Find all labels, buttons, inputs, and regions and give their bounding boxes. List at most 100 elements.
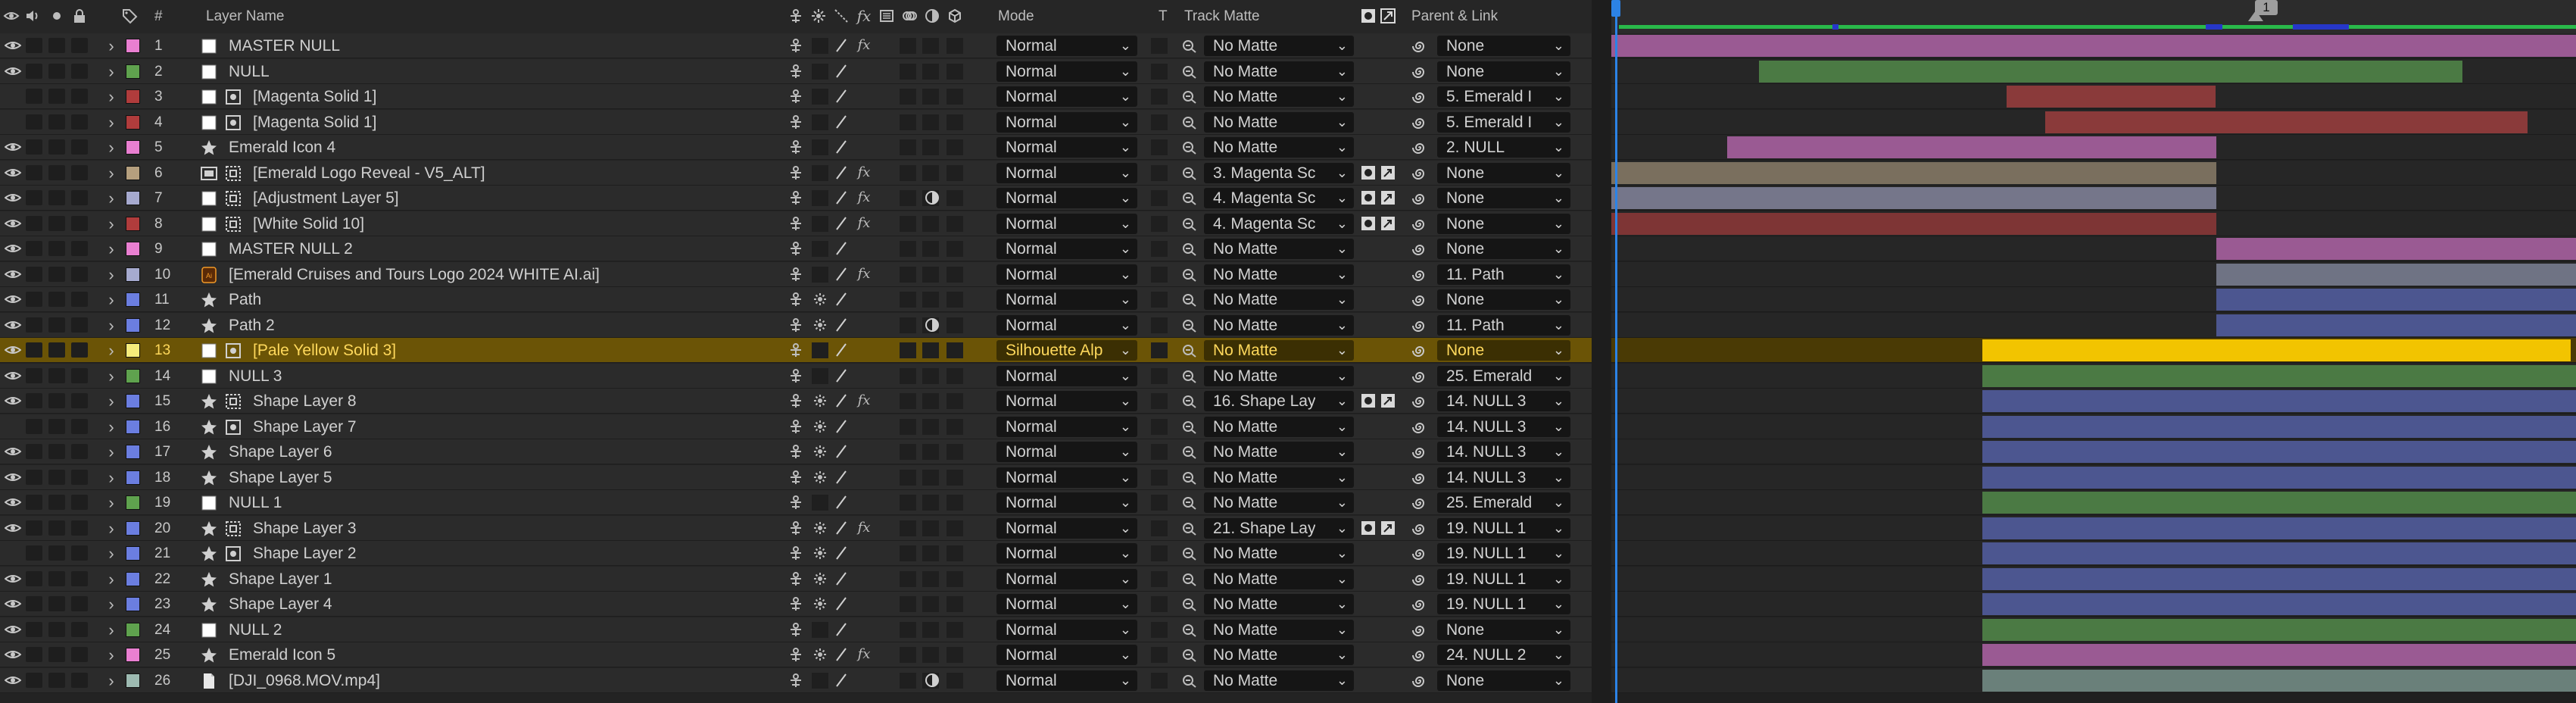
visibility-toggle[interactable] [3,110,23,135]
layer-duration-bar[interactable] [1611,162,2216,184]
quality-icon[interactable] [833,545,850,561]
track-matte-pickwhip-icon[interactable] [1181,317,1198,333]
label-color-swatch[interactable] [126,394,140,408]
track-matte-dropdown[interactable]: No Matte ⌄ [1204,467,1354,488]
expand-chevron-icon[interactable]: › [103,59,120,84]
visibility-eye-icon[interactable] [3,642,23,667]
timeline-track-row[interactable] [1611,439,2576,464]
timeline-track-row[interactable] [1611,592,2576,617]
parent-dropdown[interactable]: 25. Emerald ⌄ [1437,366,1570,386]
timeline-track-row[interactable] [1611,516,2576,541]
motion-blur-toggle[interactable] [922,495,939,511]
track-matte-pickwhip-icon[interactable] [1181,291,1198,308]
track-matte-pickwhip-icon[interactable] [1181,240,1198,257]
lock-icon[interactable] [71,8,88,24]
fx-icon[interactable]: fx [856,266,872,283]
expand-chevron-icon[interactable]: › [103,592,120,617]
preserve-transparency-toggle[interactable] [1151,241,1168,257]
frame-blend-toggle[interactable] [900,393,916,409]
frame-blend-toggle[interactable] [900,596,916,612]
layer-duration-bar[interactable] [1982,416,2576,438]
frame-blend-toggle[interactable] [900,520,916,536]
preserve-transparency-toggle[interactable] [1151,38,1168,54]
layer-row[interactable]: › 20 Shape Layer 3 fx Normal ⌄ 21. Shape Lay ⌄ 1… [0,516,1592,541]
track-matte-pickwhip-icon[interactable] [1181,443,1198,460]
expand-chevron-icon[interactable]: › [103,490,120,515]
mode-dropdown[interactable]: Normal ⌄ [996,315,1137,336]
3d-layer-toggle[interactable] [947,241,963,257]
speaker-icon[interactable] [24,8,41,24]
fx-icon[interactable]: fx [856,189,872,206]
collapse-transform-toggle[interactable] [812,165,828,181]
solo-toggle[interactable] [48,292,65,307]
lock-toggle[interactable] [71,139,88,155]
parent-pickwhip-icon[interactable] [1411,215,1429,233]
track-matte-dropdown[interactable]: 4. Magenta Sc ⌄ [1204,214,1354,234]
layer-duration-bar[interactable] [1982,644,2576,666]
collapse-icon[interactable] [810,8,827,24]
track-matte-pickwhip-icon[interactable] [1181,392,1198,409]
3d-layer-toggle[interactable] [947,596,963,612]
collapse-transform-toggle[interactable] [812,495,828,511]
timeline-track-row[interactable] [1611,364,2576,389]
timeline-track-row[interactable] [1611,490,2576,515]
layer-duration-bar[interactable] [1611,213,2216,235]
mode-dropdown[interactable]: Normal ⌄ [996,289,1137,310]
parent-pickwhip-icon[interactable] [1411,139,1429,157]
layer-name[interactable]: [Adjustment Layer 5] [253,186,798,211]
motion-blur-toggle[interactable] [922,241,939,257]
preserve-transparency-toggle[interactable] [1151,267,1168,283]
layer-name[interactable]: Shape Layer 4 [229,592,774,617]
lock-toggle[interactable] [71,64,88,79]
audio-toggle[interactable] [26,571,42,586]
frame-blend-toggle[interactable] [900,419,916,435]
layer-duration-bar[interactable] [1982,517,2576,539]
label-color-swatch[interactable] [126,470,140,485]
frame-blend-toggle[interactable] [900,64,916,80]
collapse-transform-toggle[interactable] [812,368,828,384]
solo-toggle[interactable] [48,139,65,155]
quality-icon[interactable] [833,266,850,283]
fx-icon[interactable]: fx [856,646,872,663]
matte-invert-icon[interactable] [1380,164,1396,181]
mode-dropdown[interactable]: Normal ⌄ [996,645,1137,665]
3d-layer-toggle[interactable] [947,520,963,536]
parent-dropdown[interactable]: 11. Path ⌄ [1437,315,1570,336]
shy-anchor-icon[interactable] [787,215,804,232]
expand-chevron-icon[interactable]: › [103,617,120,642]
lock-toggle[interactable] [71,368,88,383]
motion-blur-toggle[interactable] [922,622,939,638]
solo-icon[interactable] [48,8,65,24]
frame-blend-toggle[interactable] [900,190,916,206]
layer-name[interactable]: [DJI_0968.MOV.mp4] [229,668,774,693]
audio-toggle[interactable] [26,216,42,231]
audio-toggle[interactable] [26,673,42,688]
mode-dropdown[interactable]: Normal ⌄ [996,163,1137,183]
lock-toggle[interactable] [71,165,88,180]
frame-blend-toggle[interactable] [900,368,916,384]
frame-blend-toggle[interactable] [900,545,916,561]
parent-dropdown[interactable]: 11. Path ⌄ [1437,264,1570,285]
layer-name[interactable]: MASTER NULL [229,33,774,58]
layer-duration-bar[interactable] [2007,86,2216,108]
parent-pickwhip-icon[interactable] [1411,291,1429,309]
parent-dropdown[interactable]: 14. NULL 3 ⌄ [1437,442,1570,462]
parent-dropdown[interactable]: None ⌄ [1437,239,1570,259]
shy-anchor-icon[interactable] [787,342,804,358]
track-matte-dropdown[interactable]: No Matte ⌄ [1204,492,1354,513]
parent-dropdown[interactable]: None ⌄ [1437,36,1570,56]
parent-dropdown[interactable]: 24. NULL 2 ⌄ [1437,645,1570,665]
timeline-track-row[interactable] [1611,541,2576,566]
header-t[interactable]: T [1159,0,1168,33]
motion-blur-toggle[interactable] [922,647,939,663]
visibility-eye-icon[interactable] [3,287,23,312]
quality-icon[interactable] [833,164,850,181]
expand-chevron-icon[interactable]: › [103,414,120,439]
expand-chevron-icon[interactable]: › [103,541,120,566]
parent-pickwhip-icon[interactable] [1411,367,1429,386]
lock-toggle[interactable] [71,393,88,408]
layer-row[interactable]: › 13 [Pale Yellow Solid 3] Silhouette Alp ⌄ N… [0,338,1592,363]
track-matte-dropdown[interactable]: No Matte ⌄ [1204,86,1354,107]
mode-dropdown[interactable]: Normal ⌄ [996,264,1137,285]
track-matte-pickwhip-icon[interactable] [1181,342,1198,358]
